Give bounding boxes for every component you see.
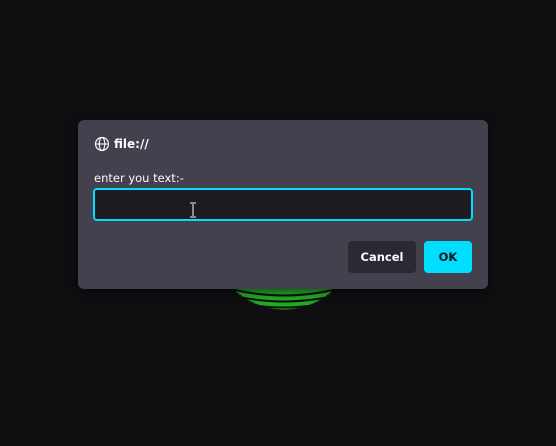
text-cursor-icon [189, 202, 197, 218]
page-background: file:// enter you text:- Cancel OK [0, 0, 556, 446]
prompt-message: enter you text:- [94, 171, 184, 185]
cancel-button[interactable]: Cancel [348, 241, 416, 273]
prompt-text-input[interactable] [93, 188, 473, 221]
prompt-dialog: file:// enter you text:- Cancel OK [78, 120, 488, 289]
ok-button[interactable]: OK [424, 241, 472, 273]
dialog-origin-text: file:// [114, 137, 149, 151]
dialog-origin: file:// [94, 136, 149, 152]
globe-icon [94, 136, 110, 152]
